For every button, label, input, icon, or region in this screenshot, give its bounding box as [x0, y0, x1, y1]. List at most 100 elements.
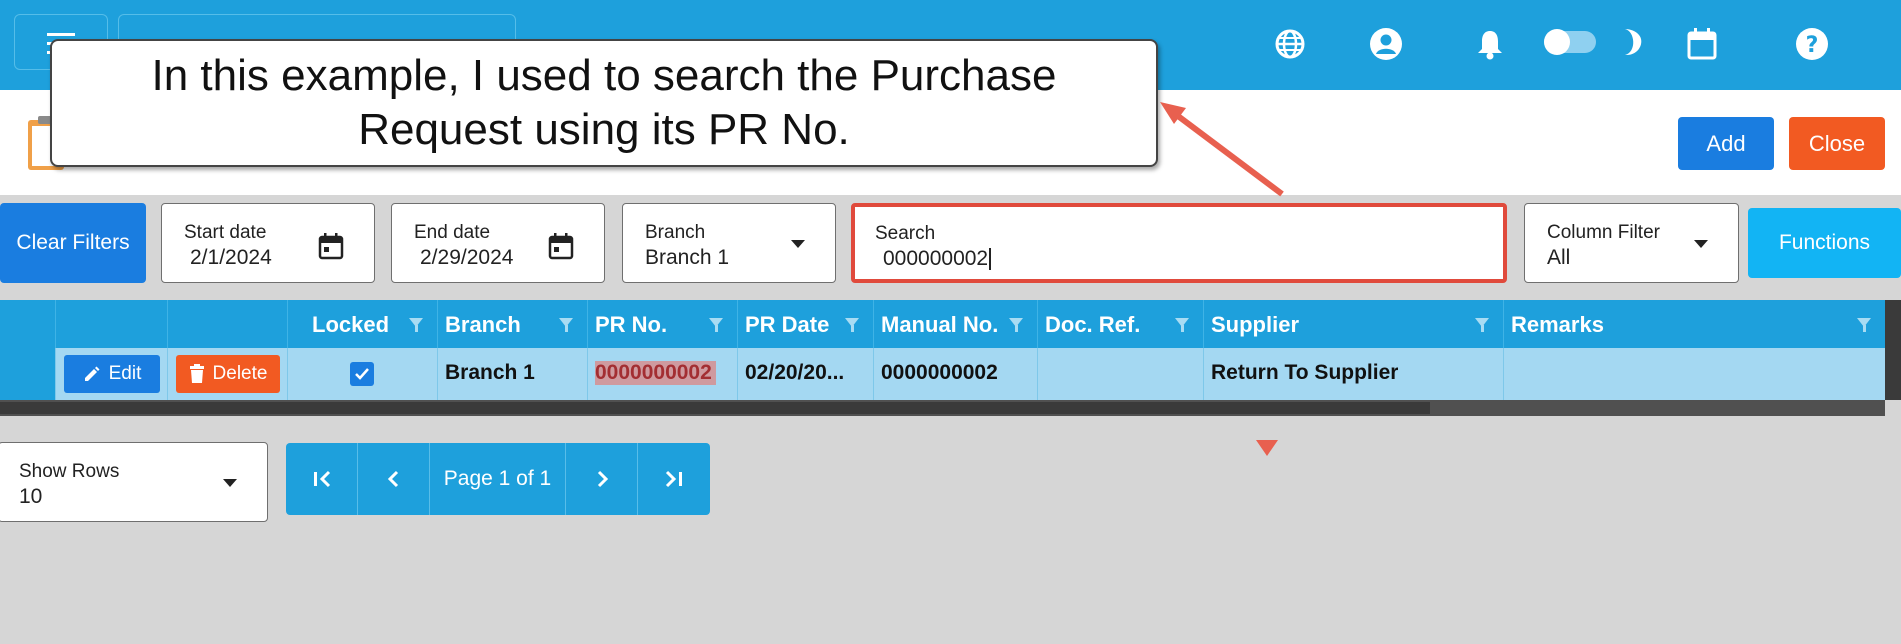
header-cell-edit: [56, 300, 168, 348]
theme-toggle[interactable]: [1544, 29, 1596, 55]
clear-filters-button[interactable]: Clear Filters: [0, 203, 146, 283]
account-icon[interactable]: [1366, 24, 1406, 64]
chevron-left-icon: [387, 470, 398, 488]
add-button[interactable]: Add: [1678, 117, 1774, 170]
edit-button[interactable]: Edit: [64, 355, 160, 393]
start-date-value: 2/1/2024: [190, 246, 272, 269]
calendar-picker-icon[interactable]: [548, 232, 574, 265]
chevron-down-icon: [1694, 240, 1708, 248]
manual-no-value: 0000000002: [881, 361, 998, 384]
header-cell-doc-ref[interactable]: Doc. Ref.: [1038, 300, 1204, 348]
functions-button[interactable]: Functions: [1748, 208, 1901, 278]
column-filter-label: Column Filter: [1547, 222, 1660, 243]
show-rows-select[interactable]: Show Rows 10: [0, 442, 268, 522]
filter-icon[interactable]: [709, 318, 723, 332]
filter-icon[interactable]: [1857, 318, 1871, 332]
column-header-label: Doc. Ref.: [1045, 312, 1141, 337]
scrollbar-thumb[interactable]: [0, 402, 1430, 414]
column-header-label: Branch: [445, 312, 521, 337]
column-header-label: Locked: [312, 312, 390, 337]
vertical-scrollbar[interactable]: [1885, 300, 1901, 400]
column-filter-value: All: [1547, 246, 1571, 269]
pencil-icon: [84, 366, 100, 381]
column-header-label: PR Date: [745, 312, 830, 337]
table-row[interactable]: Edit Delete Branch 1 0000000002 02/20/20…: [0, 348, 1885, 400]
edit-label: Edit: [108, 363, 142, 384]
chevron-right-icon: [597, 470, 608, 488]
branch-label: Branch: [645, 222, 706, 243]
remarks-cell: [1504, 348, 1885, 400]
header-cell-locked[interactable]: Locked: [288, 300, 438, 348]
pagination: Page 1 of 1: [286, 443, 710, 515]
doc-ref-cell: [1038, 348, 1204, 400]
pr-date-cell: 02/20/20...: [738, 348, 874, 400]
help-icon[interactable]: ?: [1792, 24, 1832, 64]
column-header-label: Remarks: [1511, 312, 1604, 337]
page-indicator: Page 1 of 1: [430, 443, 566, 515]
supplier-value: Return To Supplier: [1211, 361, 1399, 384]
trash-icon: [189, 364, 204, 383]
end-date-value: 2/29/2024: [420, 246, 514, 269]
header-cell-pr-date[interactable]: PR Date: [738, 300, 874, 348]
column-filter-select[interactable]: Column Filter All: [1524, 203, 1739, 283]
first-page-icon: [313, 470, 330, 488]
filter-icon[interactable]: [559, 318, 573, 332]
search-input[interactable]: Search 000000002: [851, 203, 1507, 283]
close-button[interactable]: Close: [1789, 117, 1885, 170]
filter-icon[interactable]: [1009, 318, 1023, 332]
pr-no-value: 0000000002: [595, 361, 716, 385]
header-cell-supplier[interactable]: Supplier: [1204, 300, 1504, 348]
delete-label: Delete: [212, 363, 268, 384]
callout-text: In this example, I used to search the Pu…: [151, 51, 1057, 154]
calendar-picker-icon[interactable]: [318, 232, 344, 265]
row-selector[interactable]: [0, 348, 56, 400]
moon-icon: [1610, 22, 1650, 62]
header-cell-manual-no[interactable]: Manual No.: [874, 300, 1038, 348]
filter-icon[interactable]: [1475, 318, 1489, 332]
next-page-button[interactable]: [566, 443, 638, 515]
bell-icon[interactable]: [1470, 24, 1510, 64]
globe-icon[interactable]: [1270, 24, 1310, 64]
column-header-label: Manual No.: [881, 312, 999, 337]
header-cell-delete: [168, 300, 288, 348]
filter-icon[interactable]: [845, 318, 859, 332]
checkmark-icon: [355, 368, 369, 380]
show-rows-label: Show Rows: [19, 461, 120, 482]
delete-button[interactable]: Delete: [176, 355, 280, 393]
column-header-label: PR No.: [595, 312, 668, 337]
tutorial-callout: In this example, I used to search the Pu…: [50, 39, 1158, 167]
filter-icon[interactable]: [1175, 318, 1189, 332]
text-cursor: [989, 248, 992, 271]
manual-no-cell: 0000000002: [874, 348, 1038, 400]
prev-page-button[interactable]: [358, 443, 430, 515]
pr-no-cell: 0000000002: [588, 348, 738, 400]
search-value: 000000002: [883, 247, 989, 270]
header-cell-select: [0, 300, 56, 348]
start-date-label: Start date: [184, 222, 267, 243]
data-grid: Locked Branch PR No. PR Date Manual No. …: [0, 300, 1901, 418]
search-label: Search: [875, 223, 936, 244]
search-value-wrap: 000000002: [883, 247, 992, 271]
start-date-field[interactable]: Start date 2/1/2024: [161, 203, 375, 283]
branch-value: Branch 1: [645, 246, 730, 269]
end-date-field[interactable]: End date 2/29/2024: [391, 203, 605, 283]
column-header-label: Supplier: [1211, 312, 1300, 337]
svg-text:?: ?: [1806, 33, 1819, 58]
filter-icon[interactable]: [409, 318, 423, 332]
header-cell-pr-no[interactable]: PR No.: [588, 300, 738, 348]
toggle-knob: [1544, 29, 1570, 55]
chevron-down-icon: [223, 479, 237, 487]
grid-header: Locked Branch PR No. PR Date Manual No. …: [0, 300, 1885, 348]
header-cell-remarks[interactable]: Remarks: [1504, 300, 1885, 348]
locked-checkbox[interactable]: [350, 362, 374, 386]
first-page-button[interactable]: [286, 443, 358, 515]
horizontal-scrollbar[interactable]: [0, 400, 1885, 416]
calendar-icon[interactable]: [1682, 24, 1722, 64]
branch-value: Branch 1: [445, 361, 535, 384]
header-cell-branch[interactable]: Branch: [438, 300, 588, 348]
chevron-down-icon: [791, 240, 805, 248]
last-page-button[interactable]: [638, 443, 710, 515]
branch-select[interactable]: Branch Branch 1: [622, 203, 836, 283]
end-date-label: End date: [414, 222, 491, 243]
last-page-icon: [665, 470, 682, 488]
